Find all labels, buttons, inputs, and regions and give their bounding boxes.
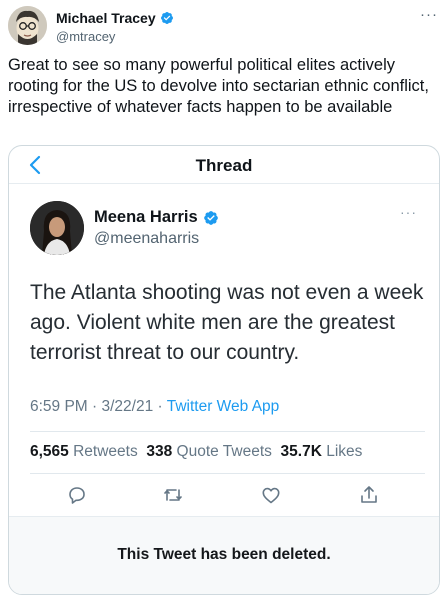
quoted-author-name[interactable]: Meena Harris xyxy=(94,208,219,227)
retweets-label: Retweets xyxy=(73,443,138,460)
deleted-notice-text: This Tweet has been deleted. xyxy=(117,546,331,563)
author-name[interactable]: Michael Tracey xyxy=(56,10,174,26)
likes-label: Likes xyxy=(326,443,363,460)
quoted-more-options-icon[interactable]: ··· xyxy=(400,204,417,220)
quoted-avatar[interactable] xyxy=(30,201,84,255)
tweet-metadata: 6:59 PM · 3/22/21 · Twitter Web App xyxy=(30,398,279,416)
deleted-notice-bar: This Tweet has been deleted. xyxy=(9,516,439,594)
like-heart-icon[interactable] xyxy=(259,483,283,507)
quoted-author-handle[interactable]: @meenaharris xyxy=(94,230,199,248)
avatar[interactable] xyxy=(8,6,47,45)
quoted-tweet-text: The Atlanta shooting was not even a week… xyxy=(30,281,424,364)
outer-tweet-header: Michael Tracey @mtracey ··· xyxy=(8,6,440,46)
engagement-stats: 6,565 Retweets 338 Quote Tweets 35.7K Li… xyxy=(30,443,362,461)
quoted-author-name-text: Meena Harris xyxy=(94,208,198,226)
quote-tweets-count: 338 xyxy=(146,443,173,460)
avatar-photo-icon xyxy=(30,201,84,255)
verified-badge-icon xyxy=(160,12,173,24)
retweet-icon[interactable] xyxy=(161,483,185,507)
tweet-actions xyxy=(9,483,439,513)
author-name-text: Michael Tracey xyxy=(56,10,156,26)
tweet-text: Great to see so many powerful political … xyxy=(8,56,429,116)
share-icon[interactable] xyxy=(357,483,381,507)
verified-badge-icon xyxy=(203,210,218,225)
likes-stat[interactable]: 35.7K Likes xyxy=(281,443,363,460)
divider xyxy=(30,431,425,432)
more-options-icon[interactable]: ··· xyxy=(420,6,438,23)
tweet-timestamp[interactable]: 6:59 PM · 3/22/21 · xyxy=(30,398,167,415)
thread-header: Thread xyxy=(9,146,439,184)
thread-title: Thread xyxy=(195,156,253,175)
reply-icon[interactable] xyxy=(65,483,89,507)
tweet-source-link[interactable]: Twitter Web App xyxy=(167,398,280,415)
quote-tweets-stat[interactable]: 338 Quote Tweets xyxy=(146,443,272,460)
retweets-count: 6,565 xyxy=(30,443,69,460)
quoted-screenshot-card[interactable]: Thread Meena Harris @meenaharris ··· The… xyxy=(8,145,440,595)
author-handle[interactable]: @mtracey xyxy=(56,29,115,44)
quote-tweets-label: Quote Tweets xyxy=(176,443,272,460)
avatar-cartoon-icon xyxy=(8,6,47,45)
likes-count: 35.7K xyxy=(280,443,322,460)
divider xyxy=(30,473,425,474)
retweets-stat[interactable]: 6,565 Retweets xyxy=(30,443,138,460)
